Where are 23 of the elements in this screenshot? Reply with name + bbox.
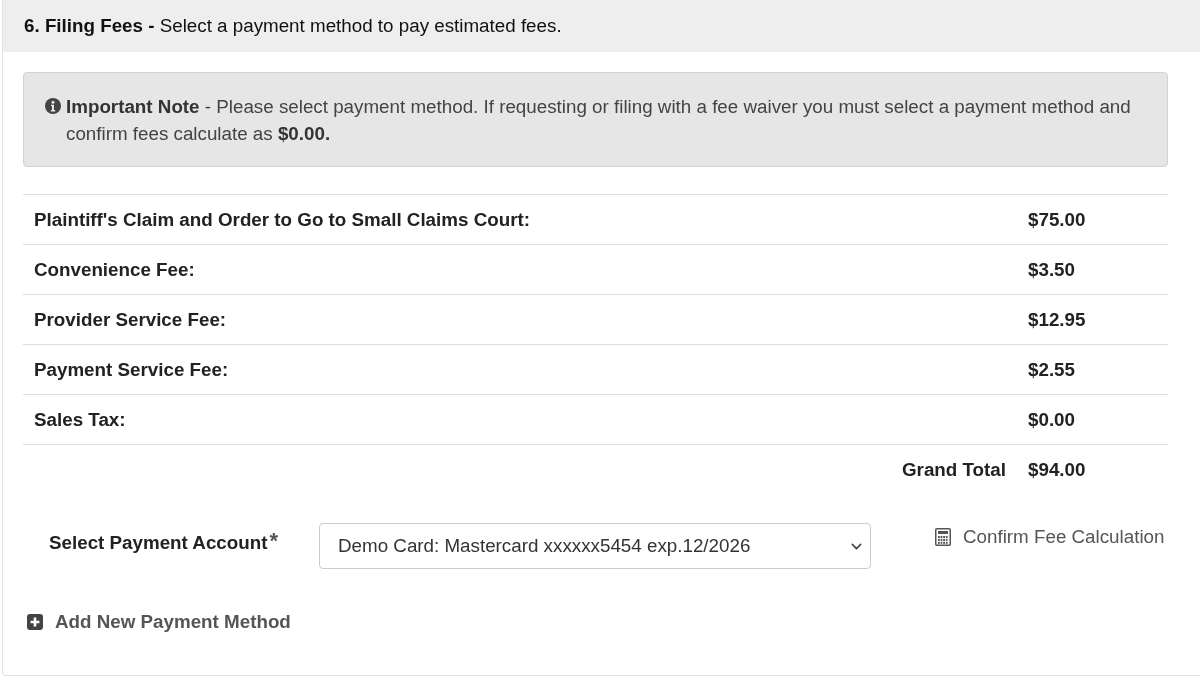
fee-amount: $2.55: [1028, 358, 1076, 381]
fee-label: Payment Service Fee:: [33, 358, 230, 381]
required-asterisk: *: [269, 533, 279, 549]
payment-account-dropdown[interactable]: Demo Card: Mastercard xxxxxx5454 exp.12/2026: [319, 523, 871, 569]
chevron-down-icon: [851, 542, 862, 550]
grand-total-label: Grand Total: [901, 459, 1007, 481]
fee-label: Sales Tax:: [33, 408, 127, 431]
add-new-payment-method-link[interactable]: Add New Payment Method: [27, 611, 291, 633]
fee-amount: $75.00: [1028, 208, 1087, 231]
calculator-icon: [935, 528, 951, 546]
plus-square-icon: [27, 614, 43, 630]
fee-label: Convenience Fee:: [33, 258, 196, 281]
fee-amount: $0.00: [1028, 408, 1076, 431]
grand-total-amount: $94.00: [1028, 459, 1087, 481]
note-text: Important Note - Please select payment method. If requesting or filing with a fee waiver you must select a payment method and confirm fees calculate as $0.00.: [66, 95, 1132, 146]
fee-label: Plaintiff's Claim and Order to Go to Small Claims Court:: [33, 208, 531, 231]
fee-amount: $12.95: [1028, 308, 1087, 331]
payment-account-label: Select Payment Account: [49, 532, 268, 554]
fee-label: Provider Service Fee:: [33, 308, 228, 331]
section-title: 6. Filing Fees - Select a payment method to pay estimated fees.: [24, 15, 562, 37]
confirm-fee-calculation-link[interactable]: Confirm Fee Calculation: [935, 523, 1165, 548]
fee-amount: $3.50: [1028, 258, 1076, 281]
info-icon: [45, 98, 61, 114]
